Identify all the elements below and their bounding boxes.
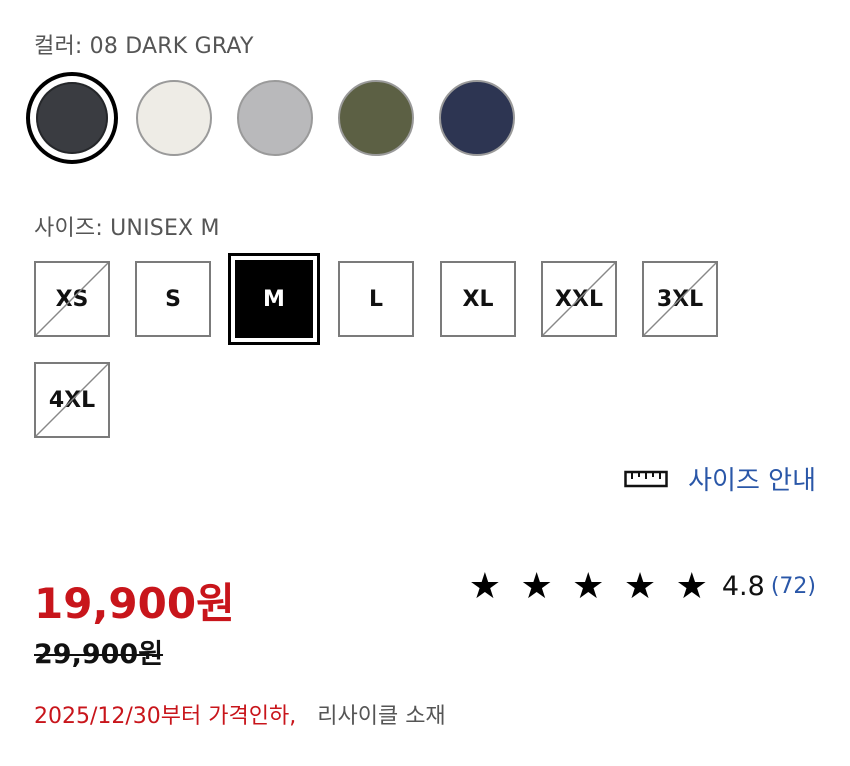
size-guide-link[interactable]: 사이즈 안내 (624, 460, 816, 497)
size-label-text: 3XL (656, 286, 704, 312)
size-button-xl[interactable]: XL (440, 261, 516, 337)
size-button-m[interactable]: M (228, 253, 320, 345)
size-label-text: XS (55, 286, 89, 312)
color-swatch-olive[interactable] (338, 80, 414, 156)
rating-value: 4.8 (721, 571, 765, 602)
swatch-fill (36, 82, 108, 154)
size-button-l[interactable]: L (338, 261, 414, 337)
product-rating[interactable]: ★ ★ ★ ★ ★ 4.8 (72) (469, 566, 816, 607)
size-button-4xl[interactable]: 4XL (34, 362, 110, 438)
size-label-text: XXL (555, 286, 603, 312)
size-button-xs[interactable]: XS (34, 261, 110, 337)
size-label: 사이즈: UNISEX M (34, 216, 220, 241)
size-label-text: M (263, 286, 285, 312)
size-label-text: L (368, 286, 384, 312)
color-swatch-gray[interactable] (237, 80, 313, 156)
sale-price: 19,900원 (34, 579, 235, 628)
size-label-text: S (165, 286, 181, 312)
color-swatch-dark-gray[interactable] (26, 72, 118, 164)
color-swatch-navy[interactable] (439, 80, 515, 156)
size-label-text: 4XL (48, 387, 96, 413)
color-label: 컬러: 08 DARK GRAY (34, 34, 254, 59)
price-notice: 2025/12/30부터 가격인하, 리사이클 소재 (34, 698, 446, 730)
color-swatch-off-white[interactable] (136, 80, 212, 156)
selected-fill: M (235, 260, 313, 338)
size-guide-text: 사이즈 안내 (688, 466, 816, 496)
size-button-3xl[interactable]: 3XL (642, 261, 718, 337)
size-button-s[interactable]: S (135, 261, 211, 337)
original-price: 29,900원 (34, 639, 164, 670)
star-rating-icons: ★ ★ ★ ★ ★ (468, 566, 712, 607)
ruler-icon (624, 470, 668, 487)
price-change-notice: 2025/12/30부터 가격인하, (34, 704, 297, 729)
size-label-text: XL (462, 286, 494, 312)
size-button-xxl[interactable]: XXL (541, 261, 617, 337)
review-count-link[interactable]: (72) (771, 574, 816, 599)
material-notice: 리사이클 소재 (317, 704, 446, 729)
